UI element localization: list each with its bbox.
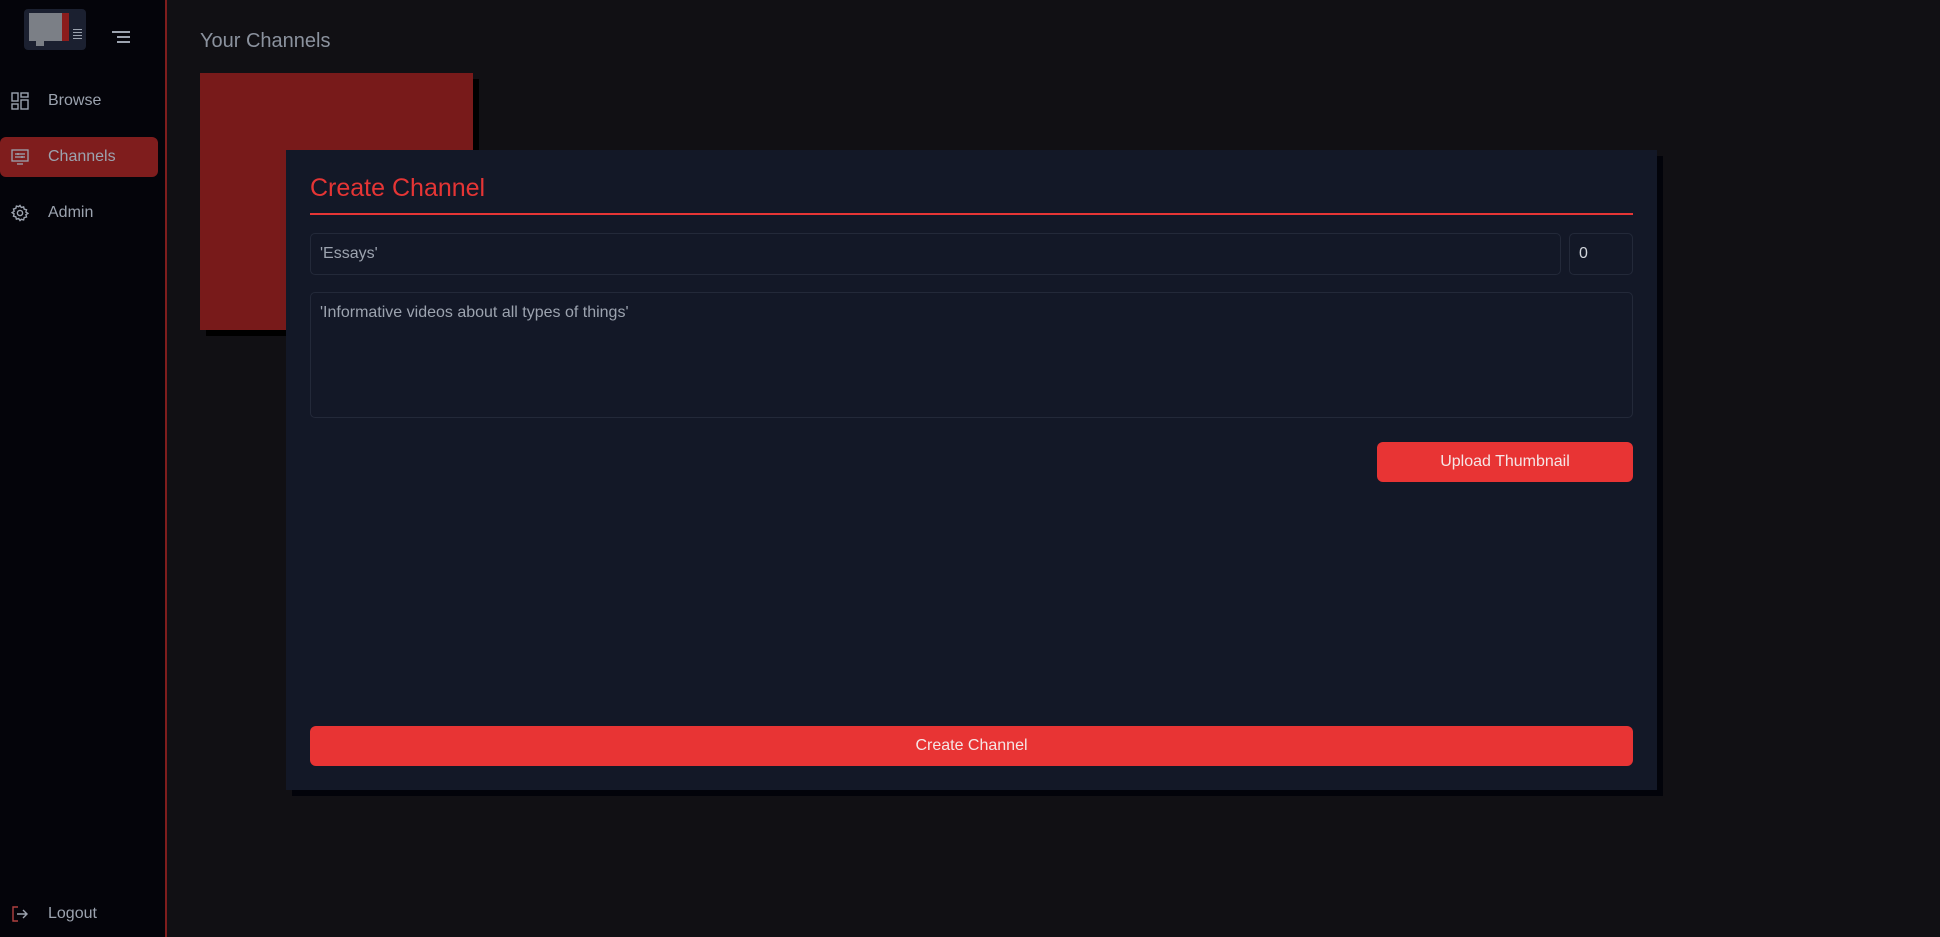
- sidebar-item-label: Admin: [48, 204, 94, 221]
- create-channel-modal: Create Channel 'Informative videos about…: [286, 150, 1657, 790]
- sidebar: Browse Channels Admin Logout: [0, 0, 167, 937]
- logo-stand: [36, 41, 44, 46]
- grid-icon: [11, 92, 29, 110]
- channel-name-input[interactable]: [310, 233, 1561, 275]
- sidebar-item-channels[interactable]: Channels: [0, 137, 158, 177]
- modal-divider: [310, 213, 1633, 215]
- sidebar-item-label: Channels: [48, 148, 116, 165]
- logo-lines: [73, 29, 82, 41]
- logout-button[interactable]: Logout: [0, 894, 158, 934]
- gear-icon: [11, 204, 29, 222]
- logo-accent: [62, 13, 69, 41]
- channel-description-input[interactable]: 'Informative videos about all types of t…: [310, 292, 1633, 418]
- logout-label: Logout: [48, 905, 97, 922]
- monitor-icon: [11, 148, 29, 166]
- create-channel-button[interactable]: Create Channel: [310, 726, 1633, 766]
- channel-number-input[interactable]: [1569, 233, 1633, 275]
- modal-title: Create Channel: [310, 174, 486, 202]
- sidebar-item-admin[interactable]: Admin: [0, 193, 158, 233]
- upload-thumbnail-button[interactable]: Upload Thumbnail: [1377, 442, 1633, 482]
- logo-screen: [29, 13, 69, 41]
- menu-icon[interactable]: [112, 28, 132, 44]
- app-logo[interactable]: [24, 9, 86, 50]
- page-title: Your Channels: [200, 30, 331, 52]
- sidebar-item-label: Browse: [48, 92, 102, 109]
- sidebar-item-browse[interactable]: Browse: [0, 81, 158, 121]
- logout-icon: [11, 905, 29, 923]
